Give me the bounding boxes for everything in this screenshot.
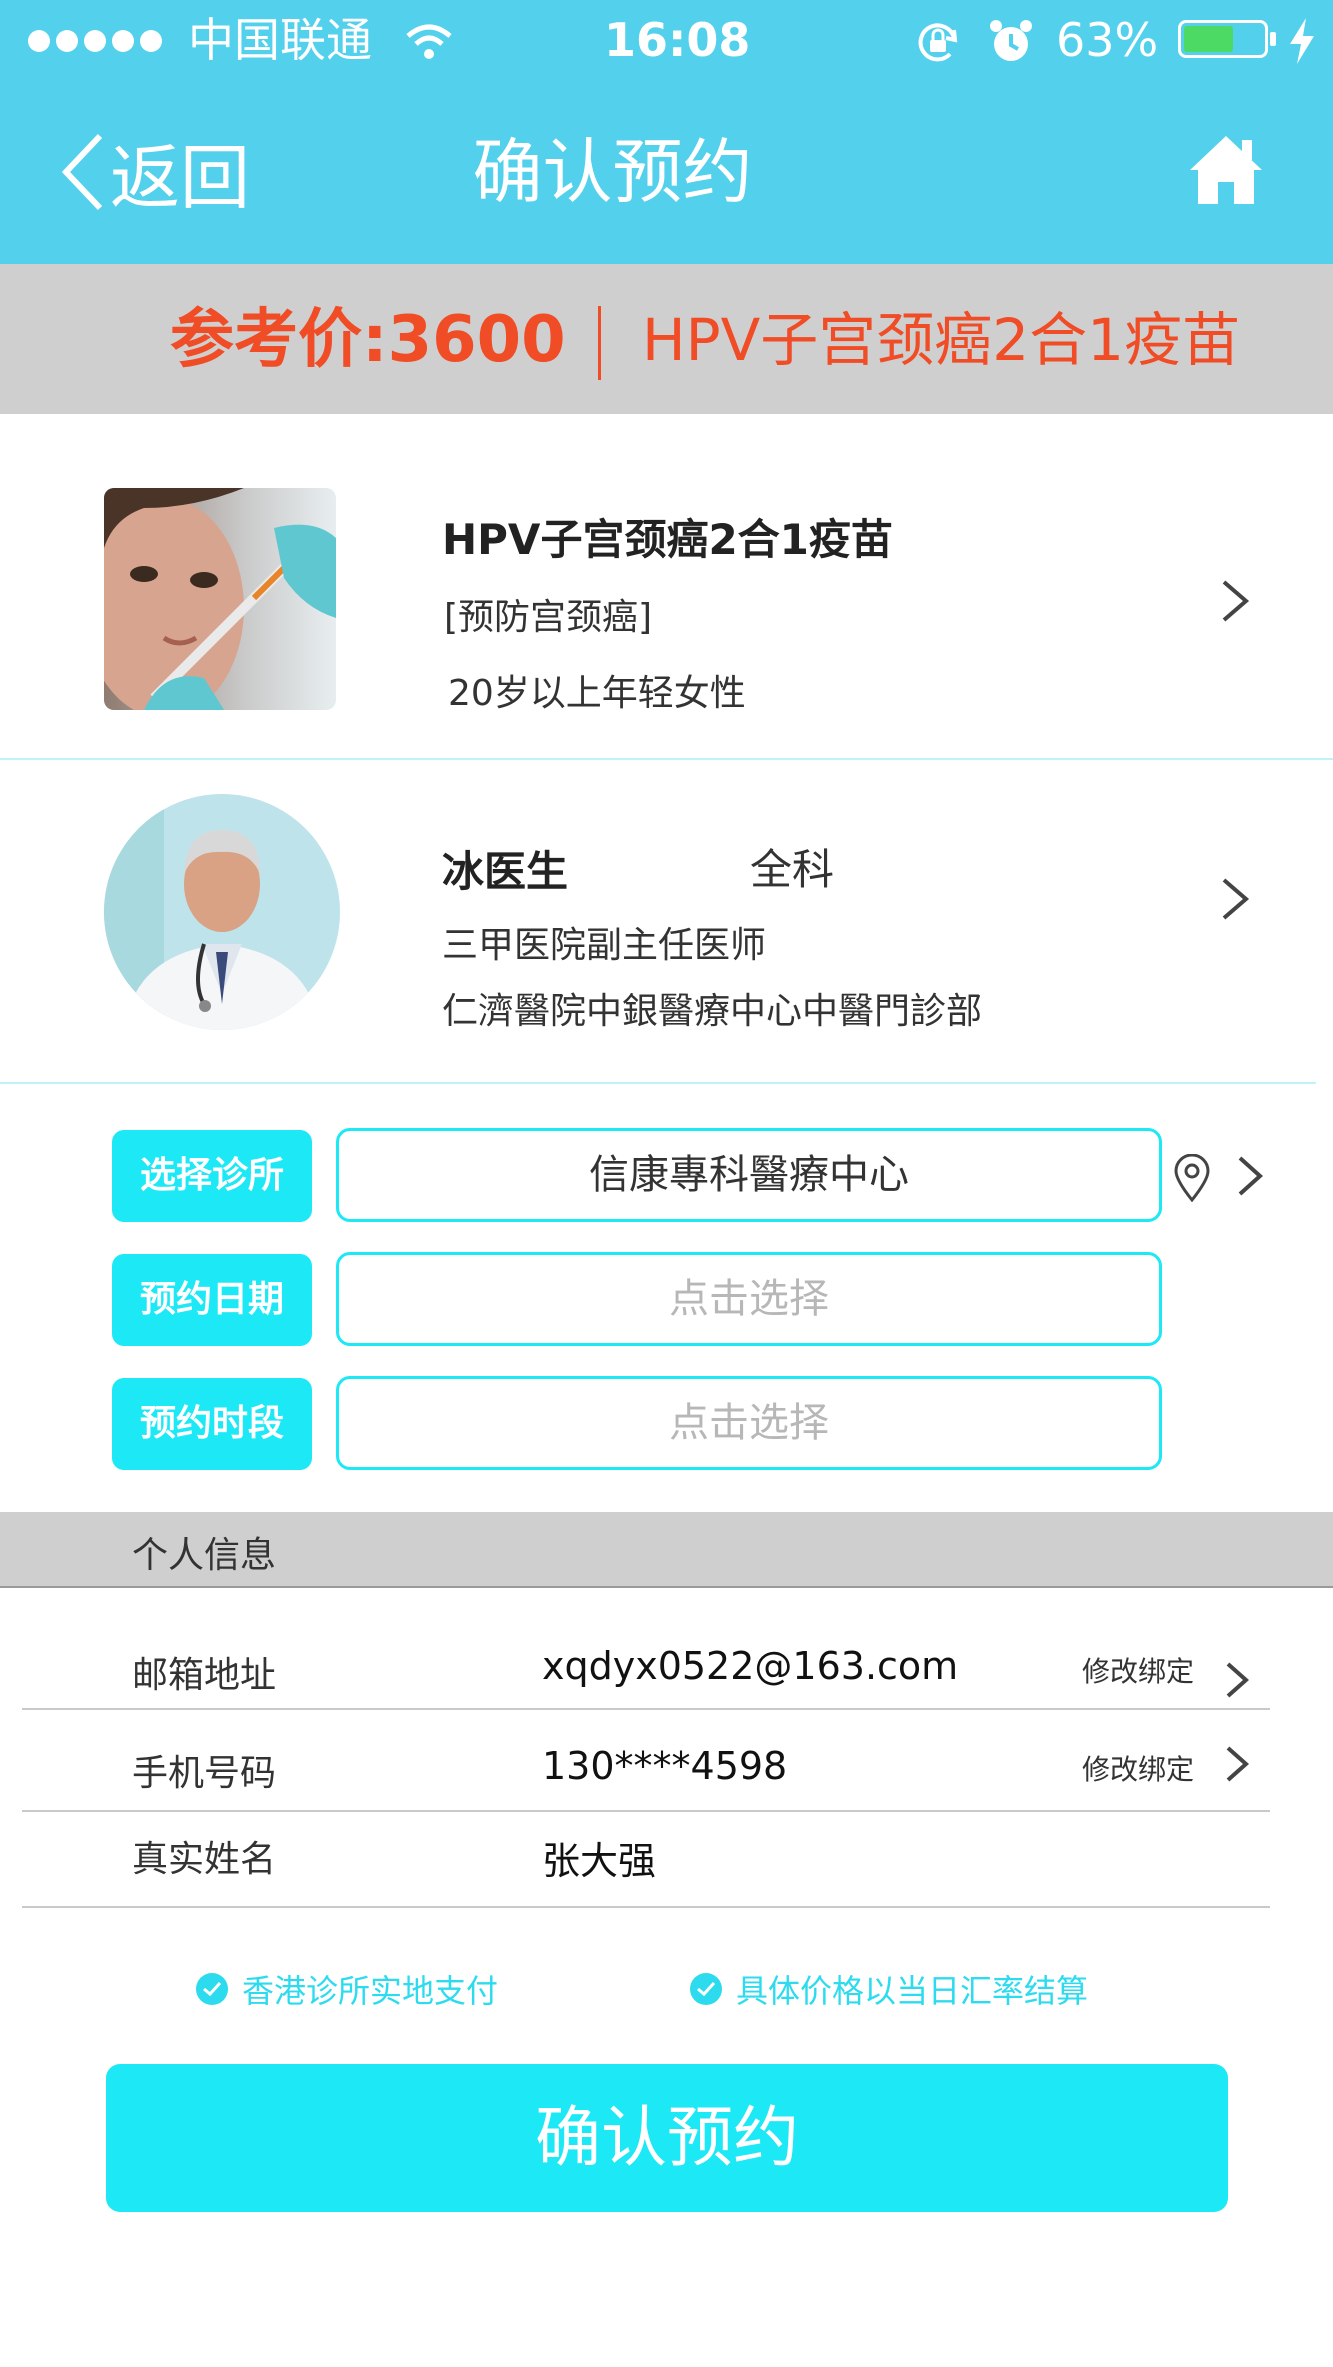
orientation-lock-icon bbox=[918, 23, 958, 62]
chevron-right-icon[interactable] bbox=[1224, 1660, 1252, 1700]
payment-note-text: 香港诊所实地支付 bbox=[242, 1972, 499, 2010]
section-title: 个人信息 bbox=[132, 1535, 277, 1576]
page-title: 确认预约 bbox=[472, 131, 753, 213]
date-picker[interactable]: 点击选择 bbox=[336, 1252, 1162, 1346]
price-divider bbox=[598, 306, 601, 380]
clinic-select[interactable]: 信康專科醫療中心 bbox=[336, 1128, 1162, 1222]
status-bar: 中国联通 16:08 63% bbox=[0, 0, 1333, 82]
price-banner: 参考价:3600 HPV子宫颈癌2合1疫苗 bbox=[0, 264, 1333, 414]
battery-percent: 63% bbox=[1056, 13, 1159, 67]
real-name-row: 真实姓名 张大强 bbox=[22, 1812, 1270, 1908]
vaccine-tag: [预防宫颈癌] bbox=[444, 597, 653, 638]
email-label: 邮箱地址 bbox=[132, 1655, 277, 1696]
doctor-department: 全科 bbox=[750, 845, 835, 894]
time-slot-picker[interactable]: 点击选择 bbox=[336, 1376, 1162, 1470]
email-value: xqdyx0522@163.com bbox=[542, 1644, 959, 1688]
vaccine-card[interactable]: HPV子宫颈癌2合1疫苗 [预防宫颈癌] 20岁以上年轻女性 bbox=[0, 414, 1333, 760]
clock: 16:08 bbox=[604, 13, 751, 67]
real-name-label: 真实姓名 bbox=[132, 1839, 277, 1880]
email-row: 邮箱地址 xqdyx0522@163.com 修改绑定 bbox=[22, 1588, 1270, 1710]
exchange-rate-note-text: 具体价格以当日汇率结算 bbox=[736, 1972, 1089, 2010]
phone-label: 手机号码 bbox=[132, 1753, 277, 1794]
chevron-right-icon bbox=[1222, 878, 1250, 920]
personal-info-header: 个人信息 bbox=[0, 1512, 1333, 1588]
home-icon[interactable] bbox=[1186, 130, 1266, 210]
carrier-name: 中国联通 bbox=[188, 13, 372, 67]
signal-strength-icon bbox=[28, 30, 162, 52]
vaccine-audience: 20岁以上年轻女性 bbox=[448, 673, 746, 714]
check-circle-icon bbox=[196, 1973, 228, 2005]
charging-icon bbox=[1290, 18, 1314, 64]
confirm-booking-button[interactable]: 确认预约 bbox=[106, 2064, 1228, 2212]
exchange-rate-note: 具体价格以当日汇率结算 bbox=[690, 1966, 1088, 2012]
date-label: 预约日期 bbox=[112, 1254, 312, 1346]
vaccine-photo bbox=[104, 488, 336, 710]
clinic-label: 选择诊所 bbox=[112, 1130, 312, 1222]
navigation-bar: 返回 确认预约 bbox=[0, 82, 1333, 264]
wifi-icon bbox=[406, 24, 452, 59]
modify-email-binding[interactable]: 修改绑定 bbox=[1082, 1650, 1194, 1690]
battery-icon bbox=[1178, 20, 1268, 58]
battery-tip bbox=[1270, 32, 1276, 46]
time-slot-label: 预约时段 bbox=[112, 1378, 312, 1470]
doctor-avatar bbox=[104, 794, 340, 1030]
check-circle-icon bbox=[690, 1973, 722, 2005]
doctor-hospital: 仁濟醫院中銀醫療中心中醫門診部 bbox=[442, 991, 983, 1032]
chevron-right-icon bbox=[1222, 580, 1250, 622]
banner-product-name: HPV子宫颈癌2合1疫苗 bbox=[642, 306, 1241, 374]
doctor-card[interactable]: 冰医生 全科 三甲医院副主任医师 仁濟醫院中銀醫療中心中醫門診部 bbox=[0, 760, 1316, 1084]
doctor-title: 三甲医院副主任医师 bbox=[442, 925, 767, 966]
payment-note: 香港诊所实地支付 bbox=[196, 1966, 498, 2012]
phone-row: 手机号码 130****4598 修改绑定 bbox=[22, 1710, 1270, 1812]
modify-phone-binding[interactable]: 修改绑定 bbox=[1082, 1748, 1194, 1788]
phone-value: 130****4598 bbox=[542, 1744, 788, 1788]
location-pin-icon[interactable] bbox=[1174, 1154, 1210, 1202]
chevron-right-icon[interactable] bbox=[1224, 1744, 1252, 1784]
alarm-icon bbox=[990, 20, 1032, 61]
real-name-value: 张大强 bbox=[542, 1839, 657, 1883]
reference-price: 参考价:3600 bbox=[170, 303, 566, 377]
doctor-name: 冰医生 bbox=[442, 847, 569, 896]
chevron-right-icon[interactable] bbox=[1236, 1154, 1266, 1198]
vaccine-title: HPV子宫颈癌2合1疫苗 bbox=[442, 515, 893, 564]
